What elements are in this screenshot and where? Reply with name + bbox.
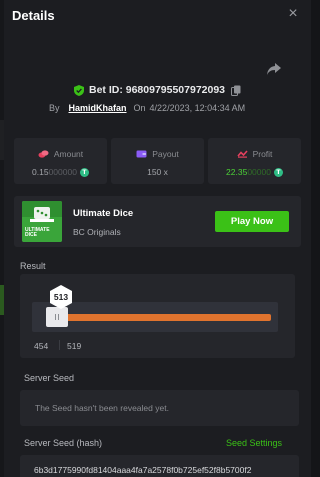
profit-value-main: 22.35: [226, 167, 248, 177]
shield-check-icon: [74, 84, 84, 96]
game-thumbnail[interactable]: ULTIMATE DICE: [22, 201, 62, 242]
username-link[interactable]: HamidKhafan: [69, 103, 127, 113]
range-fill: [59, 314, 271, 321]
details-modal: Details × Bet ID: 96809795507972093 By H…: [4, 0, 311, 477]
stat-amount-label-text: Amount: [53, 149, 84, 159]
tether-coin-icon: T: [79, 167, 89, 177]
server-seed-label: Server Seed: [24, 373, 75, 383]
stat-payout-label: Payout: [111, 149, 204, 159]
range-handle[interactable]: [46, 307, 68, 327]
share-icon[interactable]: [266, 62, 282, 76]
stat-amount-label: Amount: [14, 149, 107, 159]
profit-value-dim: 00000: [247, 167, 271, 177]
stat-profit-label-text: Profit: [252, 149, 273, 159]
grip-icon: [55, 314, 59, 320]
range-divider: [59, 340, 60, 350]
server-seed-field: The Seed hasn't been revealed yet.: [20, 390, 299, 426]
amount-value-dim: 000000: [48, 167, 77, 177]
range-high-value: 519: [67, 341, 82, 351]
payout-value: 150 x: [147, 167, 168, 177]
server-seed-hash-field[interactable]: 6b3d1775990fd81404aaa4fa7a2578f0b725ef52…: [20, 455, 299, 477]
seed-settings-link[interactable]: Seed Settings: [226, 438, 282, 448]
modal-title: Details: [12, 8, 55, 23]
stat-payout: Payout 150 x: [111, 138, 204, 184]
result-label: Result: [20, 261, 46, 271]
stat-amount: Amount 0.15 000000 T: [14, 138, 107, 184]
bet-id-text: Bet ID: 96809795507972093: [89, 84, 226, 96]
server-seed-hash-label: Server Seed (hash): [24, 438, 103, 448]
bet-stats: Amount 0.15 000000 T Payout 150 x Profit…: [14, 138, 301, 190]
on-label: On: [133, 103, 146, 113]
bet-timestamp: 4/22/2023, 12:04:34 AM: [149, 103, 246, 113]
amount-value-main: 0.15: [32, 167, 49, 177]
roll-value: 513: [53, 292, 69, 302]
wallet-icon: [136, 150, 147, 158]
bet-author-row: By HamidKhafan On 4/22/2023, 12:04:34 AM: [49, 102, 245, 114]
game-provider: BC Originals: [73, 227, 121, 237]
profit-icon: [236, 150, 248, 158]
thumbnail-text: ULTIMATE DICE: [25, 227, 50, 238]
play-now-button[interactable]: Play Now: [215, 211, 289, 232]
roll-marker: 513: [49, 284, 73, 310]
copy-icon[interactable]: [231, 85, 241, 96]
stat-payout-value: 150 x: [111, 167, 204, 177]
close-icon[interactable]: ×: [285, 6, 301, 22]
server-seed-message: The Seed hasn't been revealed yet.: [35, 403, 169, 413]
stat-profit-label: Profit: [208, 149, 301, 159]
stat-amount-value: 0.15 000000 T: [14, 167, 107, 177]
game-name: Ultimate Dice: [73, 208, 134, 219]
server-seed-hash-value: 6b3d1775990fd81404aaa4fa7a2578f0b725ef52…: [34, 465, 252, 475]
stat-profit-value: 22.35 00000 T: [208, 167, 301, 177]
stat-profit: Profit 22.35 00000 T: [208, 138, 301, 184]
modal-header: Details ×: [4, 0, 311, 34]
tether-coin-icon: T: [273, 167, 283, 177]
stat-payout-label-text: Payout: [152, 149, 179, 159]
range-low-value: 454: [34, 341, 49, 351]
bet-id-row: Bet ID: 96809795507972093: [74, 83, 241, 97]
coins-icon: [38, 150, 49, 158]
game-card: ULTIMATE DICE Ultimate Dice BC Originals…: [14, 196, 301, 247]
by-label: By: [49, 103, 60, 113]
